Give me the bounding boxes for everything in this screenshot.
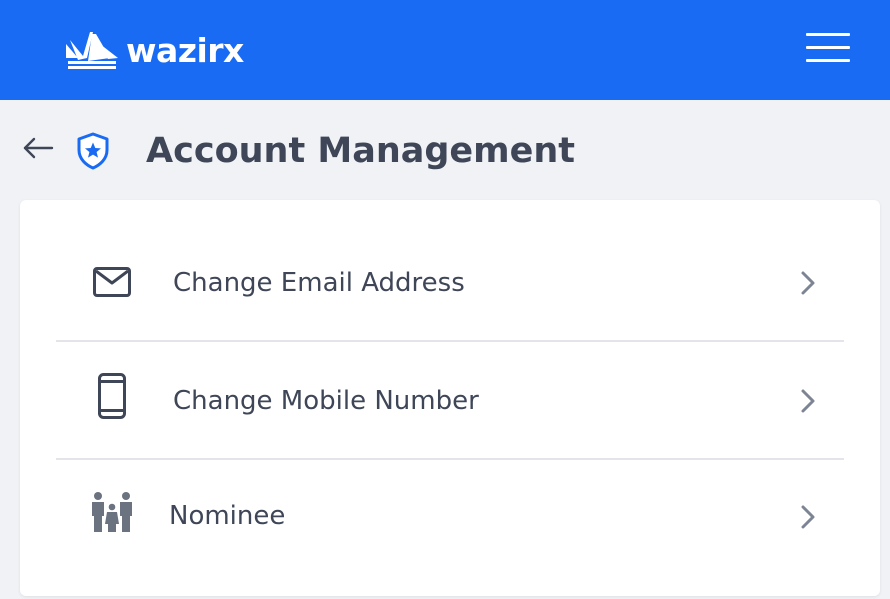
mail-icon bbox=[90, 258, 134, 306]
shield-star-icon bbox=[77, 132, 109, 170]
wazirx-logo-icon bbox=[66, 32, 118, 69]
change-mobile-row[interactable]: Change Mobile Number bbox=[56, 342, 844, 460]
family-icon bbox=[90, 488, 134, 536]
hamburger-menu-icon[interactable] bbox=[806, 32, 850, 64]
chevron-right-icon bbox=[801, 389, 815, 413]
nominee-row[interactable]: Nominee bbox=[56, 460, 844, 578]
chevron-right-icon bbox=[801, 505, 815, 529]
page-title: Account Management bbox=[146, 131, 576, 171]
top-navigation-bar: wazirx bbox=[0, 0, 890, 100]
brand-name: wazirx bbox=[126, 31, 244, 70]
wazirx-logo[interactable]: wazirx bbox=[66, 30, 244, 72]
arrow-left-icon[interactable] bbox=[22, 136, 54, 160]
chevron-right-icon bbox=[801, 271, 815, 295]
mobile-phone-icon bbox=[90, 372, 134, 420]
nominee-label: Nominee bbox=[169, 501, 286, 531]
change-email-label: Change Email Address bbox=[173, 268, 465, 298]
account-options-card: Change Email Address Change Mobile Numbe… bbox=[20, 200, 880, 596]
change-email-row[interactable]: Change Email Address bbox=[56, 224, 844, 342]
change-mobile-label: Change Mobile Number bbox=[173, 386, 479, 416]
